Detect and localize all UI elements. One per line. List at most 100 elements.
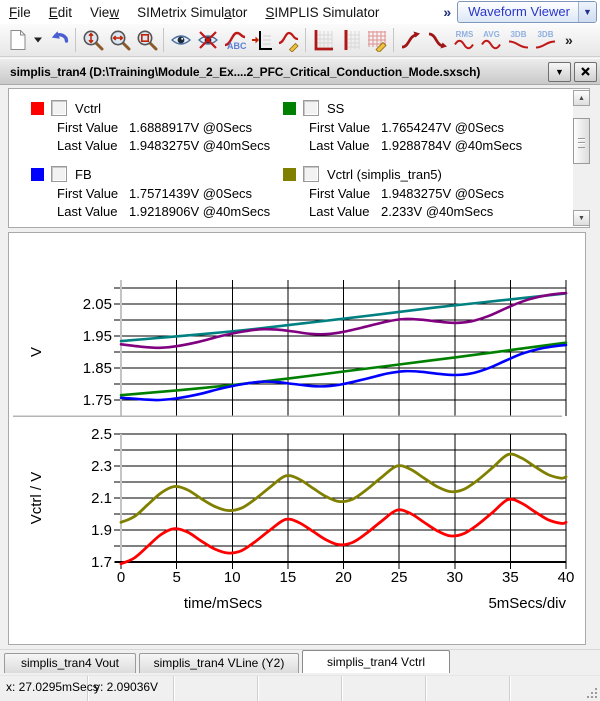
zoom-horizontal-icon [108, 28, 132, 52]
chart-panel: 1.751.851.952.05V1.71.92.12.32.505101520… [8, 232, 586, 645]
trace-name: FB [75, 167, 92, 182]
last-value-line: Last Value2.233V @40mSecs [309, 203, 589, 221]
add-axis-button[interactable] [309, 26, 336, 54]
waveform-viewer-window: File Edit View SIMetrix Simulator SIMPLI… [0, 0, 600, 700]
svg-text:10: 10 [224, 569, 241, 586]
svg-text:30: 30 [446, 569, 463, 586]
svg-text:2.3: 2.3 [91, 458, 112, 475]
scroll-down-icon[interactable]: ▼ [573, 210, 590, 226]
zoom-fit-y-button[interactable] [79, 26, 106, 54]
show-curve-button[interactable] [167, 26, 194, 54]
graph-title-bar: simplis_tran4 (D:\Training\Module_2_Ex..… [0, 58, 600, 85]
trace-name: Vctrl (simplis_tran5) [327, 167, 442, 182]
svg-text:2.1: 2.1 [91, 490, 112, 507]
caret-down-icon [33, 36, 43, 44]
svg-text:1.95: 1.95 [83, 328, 112, 345]
svg-text:35: 35 [502, 569, 519, 586]
close-icon [581, 67, 590, 76]
avg-label: AVG [483, 31, 500, 39]
last-value-line: Last Value1.9288784V @40mSecs [309, 137, 589, 155]
eye-icon [169, 28, 193, 52]
label-curve-button[interactable]: ABC [221, 26, 248, 54]
rising-edge-icon [399, 28, 423, 52]
trace-checkbox[interactable] [51, 166, 67, 182]
avg-button[interactable]: AVG [478, 26, 505, 54]
status-empty [342, 676, 426, 701]
legend-scrollbar[interactable]: ▲ ▼ [573, 90, 590, 226]
trace-color-swatch[interactable] [283, 102, 296, 115]
svg-text:Vctrl / V: Vctrl / V [28, 472, 45, 525]
edit-grid-button[interactable] [363, 26, 390, 54]
first-value-line: First Value1.7654247V @0Secs [309, 119, 589, 137]
new-button[interactable] [4, 26, 31, 54]
first-value-line: First Value1.7571439V @0Secs [57, 185, 283, 203]
svg-text:1.9: 1.9 [91, 522, 112, 539]
svg-text:1.7: 1.7 [91, 554, 112, 571]
waveform-viewer-select[interactable]: Waveform Viewer ▼ [457, 1, 597, 23]
menu-simetrix-simulator[interactable]: SIMetrix Simulator [128, 3, 256, 22]
trace-color-swatch[interactable] [283, 168, 296, 181]
rms-button[interactable]: RMS [451, 26, 478, 54]
scrollbar-thumb[interactable] [573, 118, 590, 164]
lowpass-3db-button[interactable]: 3DB [505, 26, 532, 54]
status-x: x: 27.0295mSecs [0, 676, 88, 701]
svg-text:1.85: 1.85 [83, 360, 112, 377]
tab-simplis-tran4-vout[interactable]: simplis_tran4 Vout [4, 653, 136, 673]
zoom-box-icon [135, 28, 159, 52]
svg-text:20: 20 [335, 569, 352, 586]
collapse-button[interactable]: ▼ [548, 62, 571, 82]
toolbar-overflow-icon[interactable]: » [565, 32, 573, 48]
status-bar: x: 27.0295mSecs y: 2.09036V [0, 675, 600, 701]
menu-edit[interactable]: Edit [40, 3, 81, 22]
close-button[interactable] [574, 62, 597, 82]
zoom-fit-x-button[interactable] [106, 26, 133, 54]
svg-text:2.05: 2.05 [83, 296, 112, 313]
trace-checkbox[interactable] [51, 100, 67, 116]
graph-tab-bar: simplis_tran4 Vout simplis_tran4 VLine (… [0, 648, 600, 675]
legend-entry-ss: SS First Value1.7654247V @0Secs Last Val… [283, 93, 589, 159]
trace-color-swatch[interactable] [31, 102, 44, 115]
axis-arrow-icon [250, 28, 274, 52]
trace-color-swatch[interactable] [31, 168, 44, 181]
trace-checkbox[interactable] [303, 166, 319, 182]
rising-edge-button[interactable] [397, 26, 424, 54]
waveform-chart[interactable]: 1.751.851.952.05V1.71.92.12.32.505101520… [9, 233, 585, 644]
svg-text:25: 25 [391, 569, 408, 586]
menu-view[interactable]: View [81, 3, 128, 22]
svg-text:15: 15 [280, 569, 297, 586]
legend-entry-vctrl: Vctrl First Value1.6888917V @0Secs Last … [31, 93, 283, 159]
hide-curve-button[interactable] [194, 26, 221, 54]
rms-label: RMS [456, 31, 474, 39]
svg-text:5mSecs/div: 5mSecs/div [488, 595, 566, 612]
chart-labels-1: 1.71.92.12.32.50510152025303540Vctrl / V… [28, 426, 574, 612]
falling-edge-button[interactable] [424, 26, 451, 54]
tab-simplis-tran4-vctrl[interactable]: simplis_tran4 Vctrl [302, 650, 450, 673]
move-axis-button[interactable] [248, 26, 275, 54]
scroll-up-icon[interactable]: ▲ [573, 90, 590, 106]
svg-text:ABC: ABC [227, 41, 247, 51]
zoom-rect-button[interactable] [133, 26, 160, 54]
new-dropdown-button[interactable] [31, 26, 45, 54]
status-y: y: 2.09036V [88, 676, 174, 701]
trace-name: SS [327, 101, 344, 116]
highpass-3db-button[interactable]: 3DB [532, 26, 559, 54]
toolbar: ABC RMS AVG [0, 24, 600, 57]
undo-button[interactable] [45, 26, 72, 54]
edit-curve-button[interactable] [275, 26, 302, 54]
resize-grip[interactable] [587, 688, 598, 699]
menu-simplis-simulator[interactable]: SIMPLIS Simulator [256, 3, 388, 22]
chevron-down-icon[interactable]: ▼ [578, 2, 596, 22]
graph-title: simplis_tran4 (D:\Training\Module_2_Ex..… [0, 65, 548, 79]
zoom-vertical-icon [81, 28, 105, 52]
grid-vline-icon [338, 28, 362, 52]
eye-crossed-icon [196, 28, 220, 52]
trace-checkbox[interactable] [303, 100, 319, 116]
tab-simplis-tran4-vline-y2[interactable]: simplis_tran4 VLine (Y2) [139, 653, 299, 673]
add-grid-button[interactable] [336, 26, 363, 54]
3db-label: 3DB [510, 31, 526, 39]
curve-label-icon: ABC [223, 28, 247, 52]
menu-file[interactable]: File [0, 3, 40, 22]
svg-text:40: 40 [558, 569, 575, 586]
first-value-line: First Value1.9483275V @0Secs [309, 185, 589, 203]
menu-overflow-icon[interactable]: » [437, 4, 457, 20]
